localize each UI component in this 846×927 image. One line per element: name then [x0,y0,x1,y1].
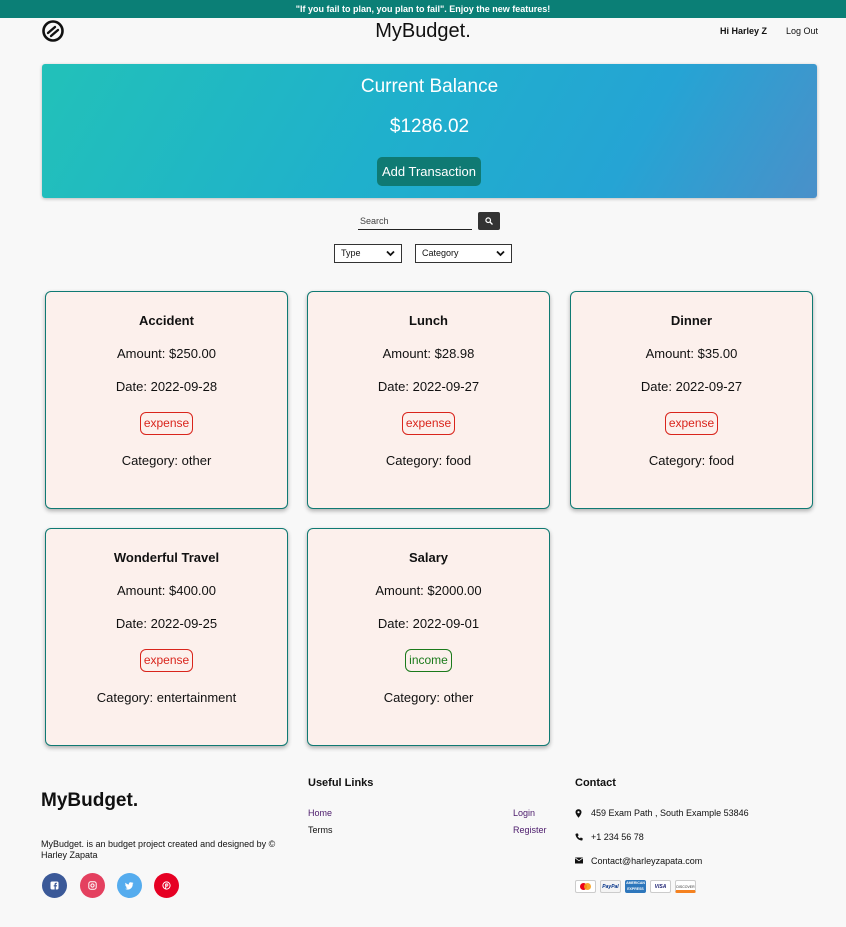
transaction-category: Category: other [121,453,212,468]
footer-brand: MyBudget. [41,790,139,811]
footer-link-home[interactable]: Home [308,808,332,818]
facebook-button[interactable] [42,873,67,898]
balance-panel: Current Balance $1286.02 Add Transaction [42,64,817,198]
transaction-name: Wonderful Travel [113,550,220,565]
transaction-date: Date: 2022-09-27 [640,379,743,394]
transaction-name: Accident [139,313,194,328]
amex-icon: AMERICAN EXPRESS [625,880,646,893]
type-select-value: Type [341,248,361,258]
transaction-date: Date: 2022-09-01 [377,616,480,631]
transaction-name: Lunch [409,313,448,328]
transaction-name: Salary [408,550,449,565]
discover-icon: DISCOVER [675,880,696,893]
useful-links-heading: Useful Links [308,777,374,789]
footer-link-login[interactable]: Login [513,808,535,818]
add-transaction-button[interactable]: Add Transaction [377,157,481,186]
transaction-amount: Amount: $35.00 [645,346,738,361]
twitter-button[interactable] [117,873,142,898]
location-pin-icon [575,809,582,818]
transaction-amount: Amount: $400.00 [116,583,217,598]
transaction-amount: Amount: $250.00 [116,346,217,361]
transaction-type-badge: expense [139,412,194,435]
announcement-banner: "If you fail to plan, you plan to fail".… [0,0,846,18]
transaction-category: Category: other [383,690,474,705]
logout-link[interactable]: Log Out [786,26,818,36]
category-select-value: Category [422,248,459,258]
facebook-icon [50,881,59,890]
transaction-card[interactable]: Lunch Amount: $28.98 Date: 2022-09-27 ex… [307,291,550,509]
instagram-icon [88,881,97,890]
transaction-category: Category: entertainment [96,690,237,705]
category-select[interactable]: Category [415,244,512,263]
transaction-name: Dinner [670,313,713,328]
twitter-icon [125,882,134,890]
footer-link-terms[interactable]: Terms [308,825,333,835]
paypal-icon: PayPal [600,880,621,893]
balance-title: Current Balance [360,76,499,97]
transaction-category: Category: food [648,453,735,468]
contact-email-text: Contact@harleyzapata.com [591,856,703,866]
transaction-date: Date: 2022-09-27 [377,379,480,394]
transaction-card[interactable]: Accident Amount: $250.00 Date: 2022-09-2… [45,291,288,509]
envelope-icon [575,857,583,864]
transaction-amount: Amount: $28.98 [382,346,475,361]
transaction-category: Category: food [385,453,472,468]
chevron-down-icon [386,250,395,257]
transaction-type-badge: expense [664,412,719,435]
transaction-date: Date: 2022-09-28 [115,379,218,394]
transaction-card[interactable]: Dinner Amount: $35.00 Date: 2022-09-27 e… [570,291,813,509]
footer-link-register[interactable]: Register [513,825,547,835]
user-greeting: Hi Harley Z [720,26,768,36]
pinterest-button[interactable] [154,873,179,898]
visa-icon: VISA [650,880,671,893]
footer-description: MyBudget. is an budget project created a… [41,839,276,860]
transaction-date: Date: 2022-09-25 [115,616,218,631]
phone-icon [575,833,583,841]
transaction-type-badge: expense [401,412,456,435]
transaction-card[interactable]: Salary Amount: $2000.00 Date: 2022-09-01… [307,528,550,746]
pinterest-icon [162,881,171,890]
type-select[interactable]: Type [334,244,402,263]
search-icon [485,217,493,225]
contact-heading: Contact [575,777,616,789]
balance-amount: $1286.02 [389,116,470,137]
chevron-down-icon [496,250,505,257]
instagram-button[interactable] [80,873,105,898]
brand-text[interactable]: MyBudget. [375,20,471,43]
contact-phone-text: +1 234 56 78 [591,832,644,842]
search-button[interactable] [478,212,500,230]
contact-address-text: 459 Exam Path , South Example 53846 [591,808,749,818]
transaction-type-badge: expense [139,649,194,672]
transaction-amount: Amount: $2000.00 [375,583,482,598]
search-input[interactable] [358,212,472,230]
mastercard-icon [575,880,596,893]
transaction-card[interactable]: Wonderful Travel Amount: $400.00 Date: 2… [45,528,288,746]
transaction-type-badge: income [405,649,452,672]
